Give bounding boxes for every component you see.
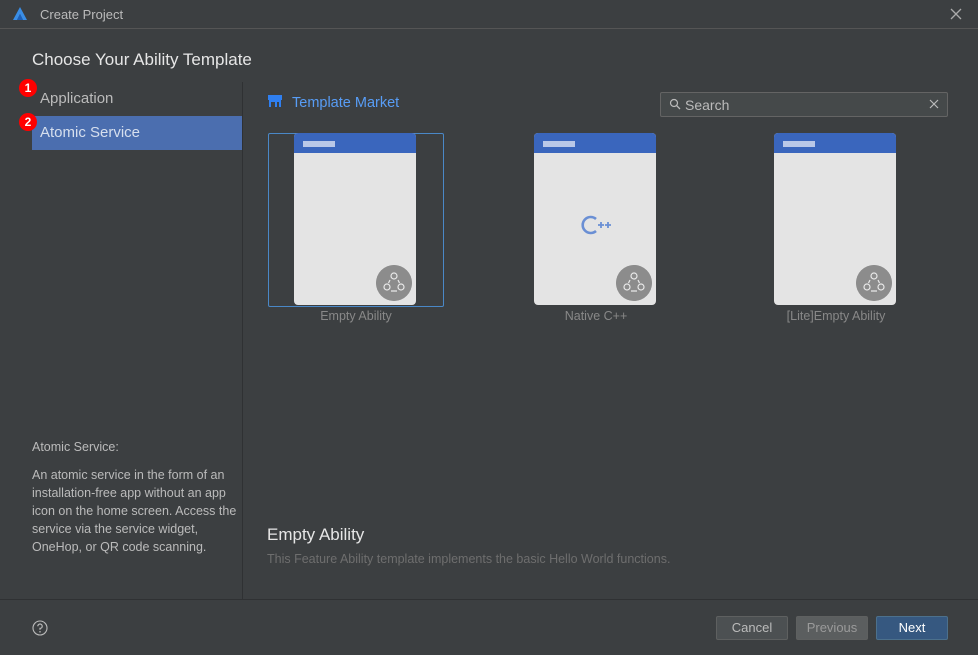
template-market-link[interactable]: Template Market (268, 95, 399, 111)
template-card-lite-empty-ability[interactable]: [Lite]Empty Ability (748, 133, 924, 323)
template-name: Native C++ (564, 309, 628, 323)
template-market-label: Template Market (292, 95, 400, 111)
close-icon[interactable] (948, 6, 964, 22)
window-title: Create Project (40, 7, 124, 22)
cpp-icon (581, 215, 611, 235)
page-title: Choose Your Ability Template (32, 50, 252, 69)
title-bar: Create Project (0, 0, 978, 29)
deveco-logo-icon (13, 7, 27, 20)
template-preview (294, 133, 416, 305)
sidebar-item-application[interactable]: 1 Application (19, 79, 242, 116)
sidebar-item-label: Atomic Service (40, 124, 141, 141)
template-detail-title: Empty Ability (267, 525, 365, 544)
search-box (660, 92, 948, 117)
atomic-service-icon (856, 265, 892, 301)
cancel-button[interactable]: Cancel (716, 616, 788, 640)
clear-icon[interactable] (929, 99, 939, 109)
template-name: [Lite]Empty Ability (786, 309, 886, 323)
template-name: Empty Ability (320, 309, 392, 323)
template-preview (774, 133, 896, 305)
atomic-service-icon (376, 265, 412, 301)
sidebar-item-atomic-service[interactable]: 2 Atomic Service (19, 113, 242, 150)
step-badge: 1 (19, 79, 37, 97)
sidebar-item-label: Application (40, 90, 114, 107)
next-button[interactable]: Next (876, 616, 948, 640)
step-badge: 2 (19, 113, 37, 131)
help-icon[interactable] (32, 620, 48, 636)
atomic-service-icon (616, 265, 652, 301)
template-card-native-cpp[interactable]: Native C++ (508, 133, 684, 323)
template-card-empty-ability[interactable]: Empty Ability (268, 133, 444, 323)
store-icon (268, 95, 282, 108)
search-input[interactable] (685, 93, 920, 116)
previous-button[interactable]: Previous (796, 616, 868, 640)
description-text: An atomic service in the form of an inst… (32, 468, 237, 554)
template-detail-description: This Feature Ability template implements… (267, 552, 671, 566)
template-preview (534, 133, 656, 305)
description-title: Atomic Service: (32, 440, 119, 454)
search-icon (669, 98, 681, 110)
